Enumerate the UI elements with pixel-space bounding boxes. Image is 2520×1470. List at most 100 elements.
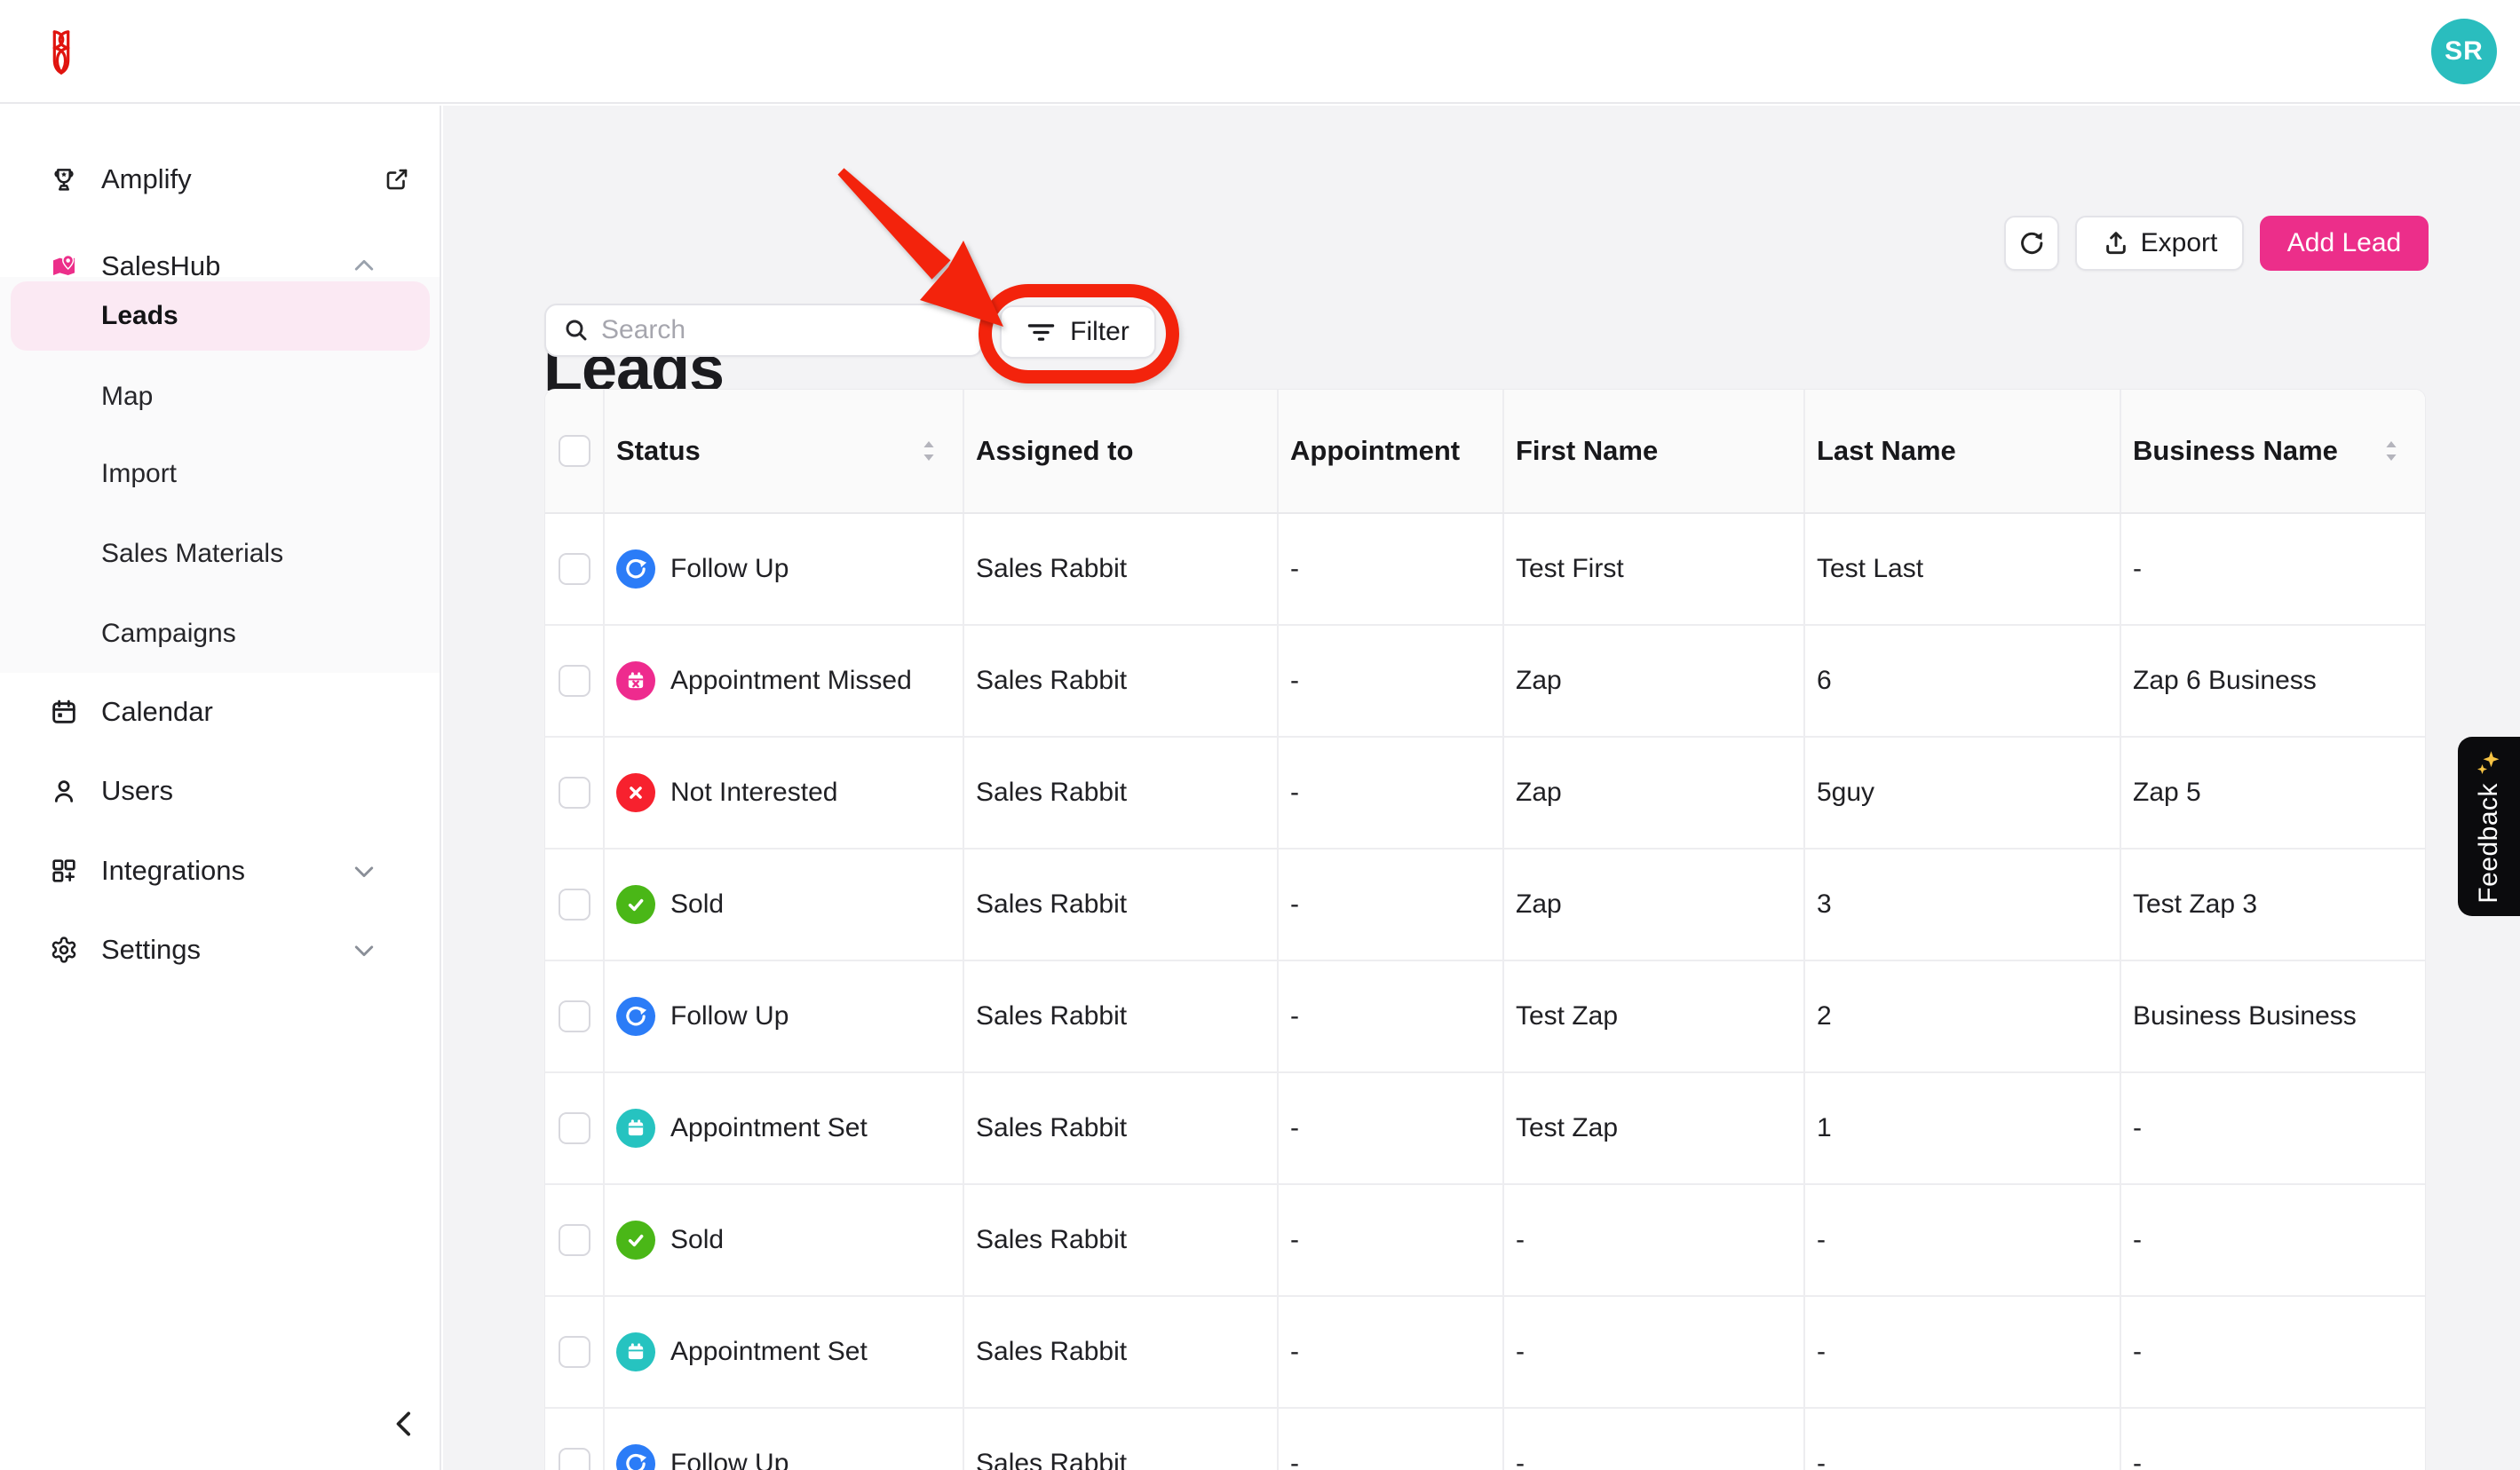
user-icon	[50, 777, 78, 805]
business-name-cell: Test Zap 3	[2133, 889, 2258, 919]
table-row[interactable]: Sold Sales Rabbit - Zap 3 Test Zap 3	[545, 850, 2425, 961]
column-header-label: First Name	[1516, 435, 1659, 466]
table-row[interactable]: Sold Sales Rabbit - - - -	[545, 1185, 2425, 1297]
appointment-cell: -	[1279, 1185, 1504, 1295]
row-select-cell	[545, 1409, 605, 1470]
sidebar-item-settings[interactable]: Settings	[0, 921, 440, 978]
status-cell: Appointment Set	[605, 1073, 964, 1183]
sidebar-collapse-button[interactable]	[384, 1403, 426, 1446]
table-row[interactable]: Not Interested Sales Rabbit - Zap 5guy Z…	[545, 738, 2425, 850]
external-link-icon	[384, 166, 410, 193]
row-select-cell	[545, 961, 605, 1071]
integrations-icon	[50, 857, 78, 885]
gear-icon	[50, 936, 78, 964]
assigned-to-cell: Sales Rabbit	[964, 1073, 1279, 1183]
first-name-cell: -	[1504, 1409, 1805, 1470]
filter-icon	[1027, 323, 1055, 341]
sidebar-item-label: Campaigns	[101, 619, 236, 648]
refresh-button[interactable]	[2004, 216, 2059, 271]
business-name-cell: Zap 6 Business	[2133, 666, 2317, 695]
appointment-cell: -	[1279, 738, 1504, 848]
table-row[interactable]: Appointment Missed Sales Rabbit - Zap 6 …	[545, 626, 2425, 738]
status-cell: Not Interested	[605, 738, 964, 848]
business-name-cell: -	[2133, 1113, 2142, 1142]
sidebar-item-leads[interactable]: Leads	[11, 281, 430, 351]
status-icon	[616, 549, 655, 589]
row-select-cell	[545, 850, 605, 960]
appointment-cell: -	[1279, 961, 1504, 1071]
sort-icon[interactable]	[922, 439, 936, 462]
last-name-cell: 6	[1805, 626, 2121, 736]
column-header-status[interactable]: Status	[605, 390, 964, 512]
appointment-cell: -	[1279, 626, 1504, 736]
table-row[interactable]: Follow Up Sales Rabbit - Test Zap 2 Busi…	[545, 961, 2425, 1073]
salesrabbit-logo-icon[interactable]	[43, 21, 80, 83]
refresh-icon	[2021, 232, 2043, 255]
last-name-cell: 1	[1805, 1073, 2121, 1183]
row-checkbox[interactable]	[558, 889, 590, 921]
sidebar-item-label: Integrations	[101, 855, 245, 886]
filter-button-label: Filter	[1070, 317, 1129, 346]
assigned-to-cell: Sales Rabbit	[964, 738, 1279, 848]
business-name-cell: Business Business	[2133, 1001, 2357, 1031]
chevron-down-icon	[351, 937, 377, 963]
trophy-icon	[50, 165, 78, 194]
row-checkbox[interactable]	[558, 1112, 590, 1144]
feedback-tab[interactable]: Feedback	[2458, 737, 2520, 916]
status-icon	[616, 1221, 655, 1260]
sidebar-item-label: Amplify	[101, 163, 192, 194]
status-icon	[616, 885, 655, 924]
table-body: Follow Up Sales Rabbit - Test First Test…	[545, 514, 2425, 1470]
row-checkbox[interactable]	[558, 1224, 590, 1256]
first-name-cell: Test First	[1504, 514, 1805, 624]
row-checkbox[interactable]	[558, 665, 590, 697]
appointment-cell: -	[1279, 1073, 1504, 1183]
sidebar-item-sales-materials[interactable]: Sales Materials	[0, 526, 440, 582]
table-row[interactable]: Appointment Set Sales Rabbit - - - -	[545, 1297, 2425, 1409]
row-select-cell	[545, 514, 605, 624]
leads-table: Status Assigned to Appointment First Nam…	[544, 389, 2426, 1470]
row-checkbox[interactable]	[558, 553, 590, 585]
select-all-checkbox[interactable]	[558, 435, 590, 467]
row-checkbox[interactable]	[558, 1448, 590, 1470]
select-all-cell	[545, 390, 605, 512]
search-field	[544, 304, 983, 357]
sidebar-item-integrations[interactable]: Integrations	[0, 842, 440, 899]
appointment-cell: -	[1279, 850, 1504, 960]
add-lead-button[interactable]: Add Lead	[2260, 216, 2429, 271]
row-checkbox[interactable]	[558, 1336, 590, 1368]
sidebar-item-users[interactable]: Users	[0, 763, 440, 819]
sidebar-item-label: Leads	[101, 301, 178, 330]
status-icon	[616, 1109, 655, 1148]
table-header-row: Status Assigned to Appointment First Nam…	[545, 390, 2425, 514]
sidebar-item-amplify[interactable]: Amplify	[0, 151, 440, 208]
assigned-to-cell: Sales Rabbit	[964, 514, 1279, 624]
sidebar-item-map[interactable]: Map	[0, 368, 440, 425]
row-checkbox[interactable]	[558, 777, 590, 809]
first-name-cell: -	[1504, 1297, 1805, 1407]
sidebar: Amplify SalesHub Leads Map Import Sales …	[0, 106, 441, 1470]
search-icon	[566, 320, 587, 341]
column-header-business-name[interactable]: Business Name	[2121, 390, 2425, 512]
search-input[interactable]	[601, 315, 956, 345]
column-header-assigned-to: Assigned to	[964, 390, 1279, 512]
table-row[interactable]: Appointment Set Sales Rabbit - Test Zap …	[545, 1073, 2425, 1185]
column-header-label: Business Name	[2133, 435, 2338, 466]
table-row[interactable]: Follow Up Sales Rabbit - - - -	[545, 1409, 2425, 1470]
sort-icon[interactable]	[2384, 439, 2398, 462]
table-row[interactable]: Follow Up Sales Rabbit - Test First Test…	[545, 514, 2425, 626]
assigned-to-cell: Sales Rabbit	[964, 1185, 1279, 1295]
user-avatar[interactable]: SR	[2431, 19, 2497, 84]
export-button[interactable]: Export	[2075, 216, 2244, 271]
sidebar-item-import[interactable]: Import	[0, 446, 440, 502]
business-name-cell: -	[2133, 1449, 2142, 1470]
business-name-cell: -	[2133, 1337, 2142, 1366]
first-name-cell: Test Zap	[1504, 961, 1805, 1071]
row-select-cell	[545, 1073, 605, 1183]
row-checkbox[interactable]	[558, 1000, 590, 1032]
sidebar-item-calendar[interactable]: Calendar	[0, 684, 440, 740]
filter-button[interactable]: Filter	[1000, 305, 1156, 359]
sidebar-item-campaigns[interactable]: Campaigns	[0, 605, 440, 662]
upload-icon	[2105, 232, 2126, 255]
sidebar-item-label: Sales Materials	[101, 539, 284, 568]
